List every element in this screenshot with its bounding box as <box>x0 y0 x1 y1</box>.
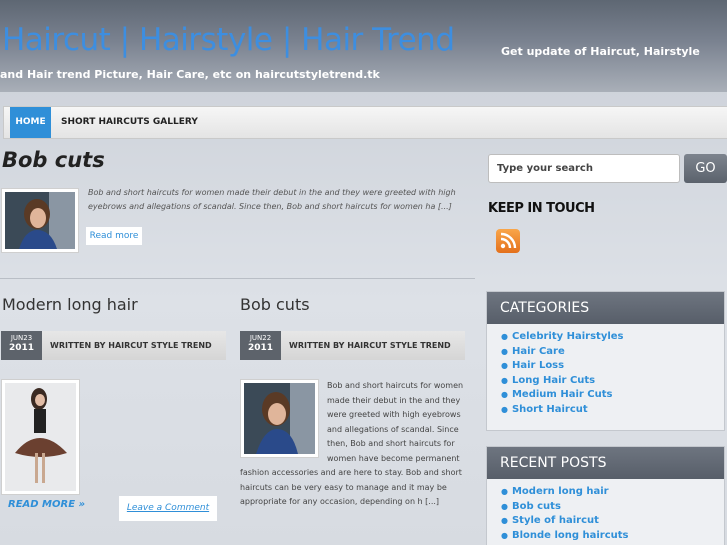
post-date-year: 2011 <box>247 343 274 353</box>
post-author: WRITTEN BY HAIRCUT STYLE TREND <box>50 341 212 350</box>
category-label[interactable]: Celebrity Hairstyles <box>512 331 624 342</box>
bullet-icon: ● <box>501 404 508 414</box>
search-input[interactable] <box>488 154 680 183</box>
post-meta: JUN22 2011 WRITTEN BY HAIRCUT STYLE TREN… <box>240 331 465 360</box>
bullet-icon: ● <box>501 390 508 399</box>
recent-post-item[interactable]: ● Blonde long haircuts <box>501 529 724 544</box>
recent-post-label[interactable]: Modern long hair <box>512 486 609 497</box>
long-hair-photo <box>5 383 76 491</box>
category-label[interactable]: Medium Hair Cuts <box>512 389 613 400</box>
keep-in-touch-heading: KEEP IN TOUCH <box>488 201 595 216</box>
post-title-bob-cuts[interactable]: Bob cuts <box>240 295 310 314</box>
category-item[interactable]: ● Celebrity Hairstyles <box>501 330 724 345</box>
nav-short-haircuts-gallery[interactable]: SHORT HAIRCUTS GALLERY <box>61 107 198 138</box>
post-date-month-day: JUN23 <box>10 334 33 342</box>
category-label[interactable]: Hair Care <box>512 346 565 357</box>
featured-read-more-button[interactable]: Read more <box>86 227 142 245</box>
recent-posts-list: ● Modern long hair ● Bob cuts ● Style of ha… <box>487 479 724 543</box>
post-thumbnail-bob-cuts[interactable] <box>240 379 319 458</box>
recent-post-item[interactable]: ● Style of haircut <box>501 514 724 529</box>
post-thumbnail-modern-long-hair[interactable] <box>1 379 80 495</box>
post-date-year: 2011 <box>8 343 35 353</box>
search-go-button[interactable]: GO <box>684 154 727 183</box>
site-tagline: Get update of Haircut, Hairstyle and Hai… <box>0 45 700 81</box>
post-meta: JUN23 2011 WRITTEN BY HAIRCUT STYLE TREN… <box>1 331 226 360</box>
recent-posts-title: RECENT POSTS <box>487 447 724 479</box>
recent-post-item[interactable]: ● Modern long hair <box>501 485 724 500</box>
post-date-month-day: JUN22 <box>249 334 272 342</box>
bullet-icon: ● <box>501 501 508 511</box>
recent-posts-widget: RECENT POSTS ● Modern long hair ● Bob cuts… <box>486 446 725 545</box>
bob-cut-photo <box>244 383 315 454</box>
bullet-icon: ● <box>501 516 508 525</box>
category-item[interactable]: ● Short Haircut <box>501 403 724 418</box>
bullet-icon: ● <box>501 332 508 341</box>
recent-post-label[interactable]: Blonde long haircuts <box>512 530 629 541</box>
section-divider <box>0 278 475 279</box>
categories-widget: CATEGORIES ● Celebrity Hairstyles ● Hair C… <box>486 291 725 431</box>
categories-title: CATEGORIES <box>487 292 724 324</box>
recent-post-label[interactable]: Style of haircut <box>512 515 599 526</box>
site-header: Haircut | Hairstyle | Hair Trend Get upd… <box>0 0 727 92</box>
leave-comment-link[interactable]: Leave a Comment <box>119 496 217 521</box>
bullet-icon: ● <box>501 346 508 356</box>
bullet-icon: ● <box>501 487 508 496</box>
post-date: JUN22 2011 <box>240 331 281 360</box>
bob-cut-photo <box>5 192 75 249</box>
bullet-icon: ● <box>501 530 508 540</box>
category-item[interactable]: ● Hair Care <box>501 345 724 360</box>
category-label[interactable]: Hair Loss <box>512 360 564 371</box>
bullet-icon: ● <box>501 361 508 370</box>
category-label[interactable]: Long Hair Cuts <box>512 375 595 386</box>
post-date: JUN23 2011 <box>1 331 42 360</box>
recent-post-item[interactable]: ● Bob cuts <box>501 500 724 515</box>
categories-list: ● Celebrity Hairstyles ● Hair Care ● Hair L… <box>487 324 724 417</box>
rss-icon[interactable] <box>496 229 520 253</box>
nav-home[interactable]: HOME <box>10 107 51 138</box>
featured-post-thumbnail[interactable] <box>1 188 79 253</box>
recent-post-label[interactable]: Bob cuts <box>512 501 561 512</box>
post-author: WRITTEN BY HAIRCUT STYLE TREND <box>289 341 451 350</box>
bullet-icon: ● <box>501 375 508 385</box>
post-read-more-link[interactable]: READ MORE » <box>8 499 85 510</box>
main-nav: HOME SHORT HAIRCUTS GALLERY <box>3 106 727 139</box>
post-title-modern-long-hair[interactable]: Modern long hair <box>2 295 138 314</box>
featured-post-excerpt: Bob and short haircuts for women made th… <box>88 188 456 211</box>
category-item[interactable]: ● Medium Hair Cuts <box>501 388 724 403</box>
featured-post-title[interactable]: Bob cuts <box>2 148 105 172</box>
category-label[interactable]: Short Haircut <box>512 404 588 415</box>
category-item[interactable]: ● Hair Loss <box>501 359 724 374</box>
category-item[interactable]: ● Long Hair Cuts <box>501 374 724 389</box>
